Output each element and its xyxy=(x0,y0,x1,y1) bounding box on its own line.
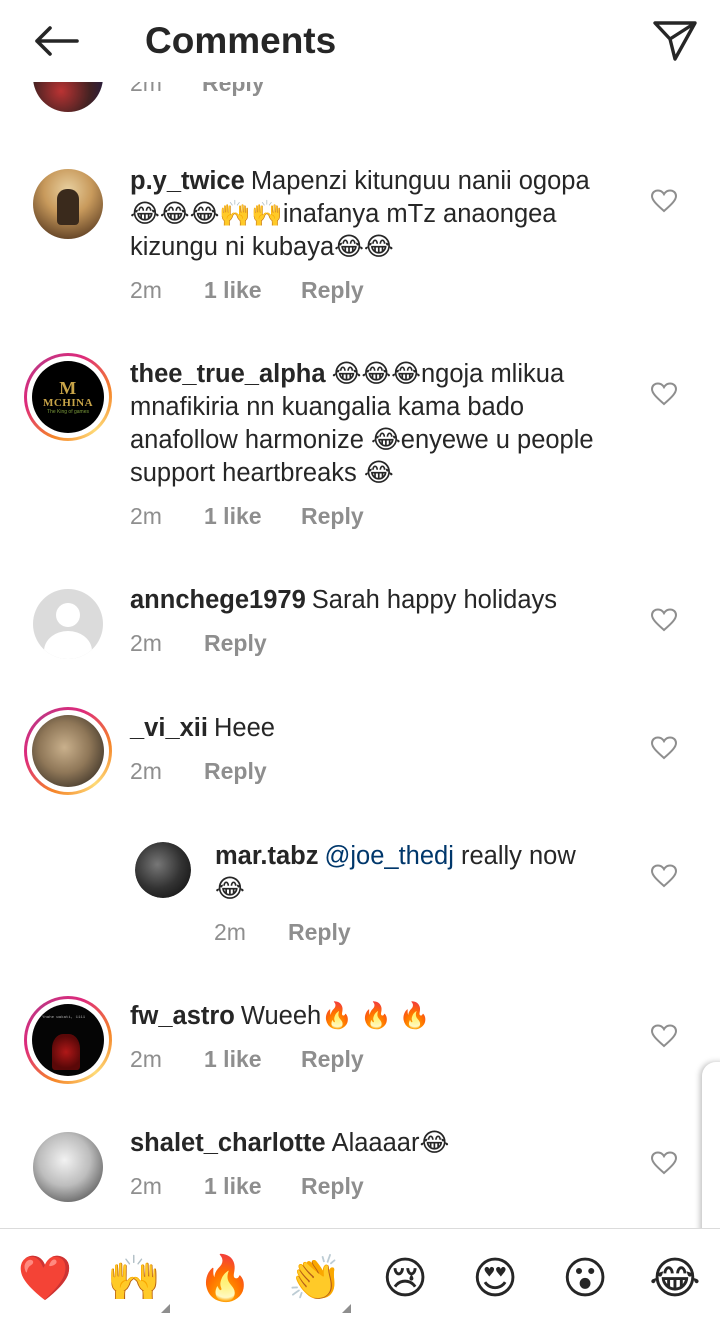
like-heart-icon[interactable] xyxy=(650,862,678,890)
arrow-left-icon xyxy=(35,26,79,56)
skin-tone-indicator-icon xyxy=(342,1304,351,1313)
page-title: Comments xyxy=(145,20,337,61)
comment-time: 2m xyxy=(130,1173,162,1199)
crying-face-emoji-button[interactable]: 😢 xyxy=(377,1251,433,1307)
comment-text: p.y_twice Mapenzi kitunguu nanii ogopa 😂😂… xyxy=(130,165,620,264)
comment-meta: 2m 1 like Reply xyxy=(130,1046,364,1073)
comment-time: 2m xyxy=(130,503,162,529)
comment-body: Wueeh🔥 🔥 🔥 xyxy=(240,1002,431,1030)
skin-tone-indicator-icon xyxy=(161,1304,170,1313)
comment-text: _vi_xii Heee xyxy=(130,712,620,745)
comment-text: shalet_charlotte Alaaaar😂 xyxy=(130,1127,620,1160)
like-heart-icon[interactable] xyxy=(650,380,678,408)
reply-button[interactable]: Reply xyxy=(202,82,265,97)
like-heart-icon[interactable] xyxy=(650,734,678,762)
comment-meta: 2m 1 like Reply xyxy=(130,1173,364,1200)
comment-text: mar.tabz @joe_thedj really now 😂 xyxy=(215,840,615,906)
comment-body: Heee xyxy=(213,714,275,742)
likes-count[interactable]: 1 like xyxy=(204,503,301,530)
avatar[interactable] xyxy=(24,707,112,795)
comment-text: thee_true_alpha 😂😂😂ngoja mlikua mnafikiri… xyxy=(130,358,620,490)
comments-list[interactable]: 2m Reply p.y_twice Mapenzi kitunguu nanii … xyxy=(0,0,720,1228)
comment-time: 2m xyxy=(130,630,162,656)
avatar[interactable]: Ynahe wakati, 1111 xyxy=(24,996,112,1084)
avatar[interactable]: M MCHINA The King of games xyxy=(24,353,112,441)
like-heart-icon[interactable] xyxy=(650,606,678,634)
previous-comment-peek: 2m Reply xyxy=(0,82,720,112)
comment-text: annchege1979 Sarah happy holidays xyxy=(130,584,620,617)
heart-eyes-emoji-button[interactable]: 😍 xyxy=(467,1251,523,1307)
comment-username[interactable]: _vi_xii xyxy=(130,714,208,742)
avatar[interactable] xyxy=(33,82,103,112)
comment-time: 2m xyxy=(130,1046,162,1072)
share-button[interactable] xyxy=(650,16,700,66)
likes-count[interactable]: 1 like xyxy=(204,1046,301,1073)
paper-plane-icon xyxy=(653,21,697,61)
like-heart-icon[interactable] xyxy=(650,187,678,215)
avatar-logo-subtext: The King of games xyxy=(47,409,89,415)
raising-hands-emoji-button[interactable]: 🙌 xyxy=(106,1251,170,1313)
comment-time: 2m xyxy=(130,758,162,784)
reply-button[interactable]: Reply xyxy=(301,503,364,530)
reply-button[interactable]: Reply xyxy=(288,919,351,946)
comment-username[interactable]: fw_astro xyxy=(130,1002,235,1030)
comment-body-line2: 😂 xyxy=(215,875,245,903)
comment-username[interactable]: annchege1979 xyxy=(130,586,306,614)
surprised-face-emoji-button[interactable]: 😮 xyxy=(557,1251,613,1307)
default-user-icon xyxy=(33,589,103,659)
avatar[interactable] xyxy=(135,842,191,898)
avatar[interactable] xyxy=(24,160,112,248)
avatar[interactable] xyxy=(24,1123,112,1211)
comment-body: really now xyxy=(460,842,576,870)
reply-button[interactable]: Reply xyxy=(301,277,364,304)
avatar-logo-mark: M xyxy=(59,378,77,398)
top-bar: Comments xyxy=(0,0,720,82)
heart-emoji-button[interactable]: ❤️ xyxy=(17,1251,73,1307)
comment-meta: 2m Reply xyxy=(130,630,267,657)
clapping-hands-emoji-button[interactable]: 👏 xyxy=(287,1251,351,1313)
comment-meta: 2m 1 like Reply xyxy=(130,503,364,530)
avatar-caption: Ynahe wakati, 1111 xyxy=(42,1016,86,1020)
reply-button[interactable]: Reply xyxy=(204,758,267,785)
clapping-hands-emoji: 👏 xyxy=(287,1253,343,1304)
like-heart-icon[interactable] xyxy=(650,1022,678,1050)
reply-button[interactable]: Reply xyxy=(301,1046,364,1073)
likes-count[interactable]: 1 like xyxy=(204,277,301,304)
comment-username[interactable]: shalet_charlotte xyxy=(130,1129,326,1157)
comment-time: 2m xyxy=(214,919,246,945)
mention-link[interactable]: @joe_thedj xyxy=(324,842,453,870)
reply-button[interactable]: Reply xyxy=(301,1173,364,1200)
comment-username[interactable]: p.y_twice xyxy=(130,167,245,195)
comment-meta: 2m Reply xyxy=(214,919,351,946)
laughing-tears-emoji-button[interactable]: 😂 xyxy=(647,1251,703,1307)
comment-username[interactable]: mar.tabz xyxy=(215,842,318,870)
comment-meta: 2m Reply xyxy=(130,758,267,785)
reply-button[interactable]: Reply xyxy=(204,630,267,657)
avatar-logo-text: MCHINA xyxy=(42,397,94,409)
raising-hands-emoji: 🙌 xyxy=(106,1253,162,1304)
comment-time: 2m xyxy=(130,82,162,96)
comment-meta: 2m 1 like Reply xyxy=(130,277,364,304)
comment-body: Alaaaar😂 xyxy=(331,1129,450,1157)
back-button[interactable] xyxy=(28,18,84,64)
comment-body: Sarah happy holidays xyxy=(311,586,558,614)
comment-text: fw_astro Wueeh🔥 🔥 🔥 xyxy=(130,1000,620,1033)
avatar[interactable] xyxy=(24,580,112,668)
likes-count[interactable]: 1 like xyxy=(204,1173,301,1200)
emoji-reaction-bar: ❤️ 🙌 🔥 👏 😢 😍 😮 😂 xyxy=(0,1228,720,1323)
like-heart-icon[interactable] xyxy=(650,1149,678,1177)
fire-emoji-button[interactable]: 🔥 xyxy=(197,1251,253,1307)
comment-time: 2m xyxy=(130,277,162,303)
comment-username[interactable]: thee_true_alpha xyxy=(130,360,326,388)
